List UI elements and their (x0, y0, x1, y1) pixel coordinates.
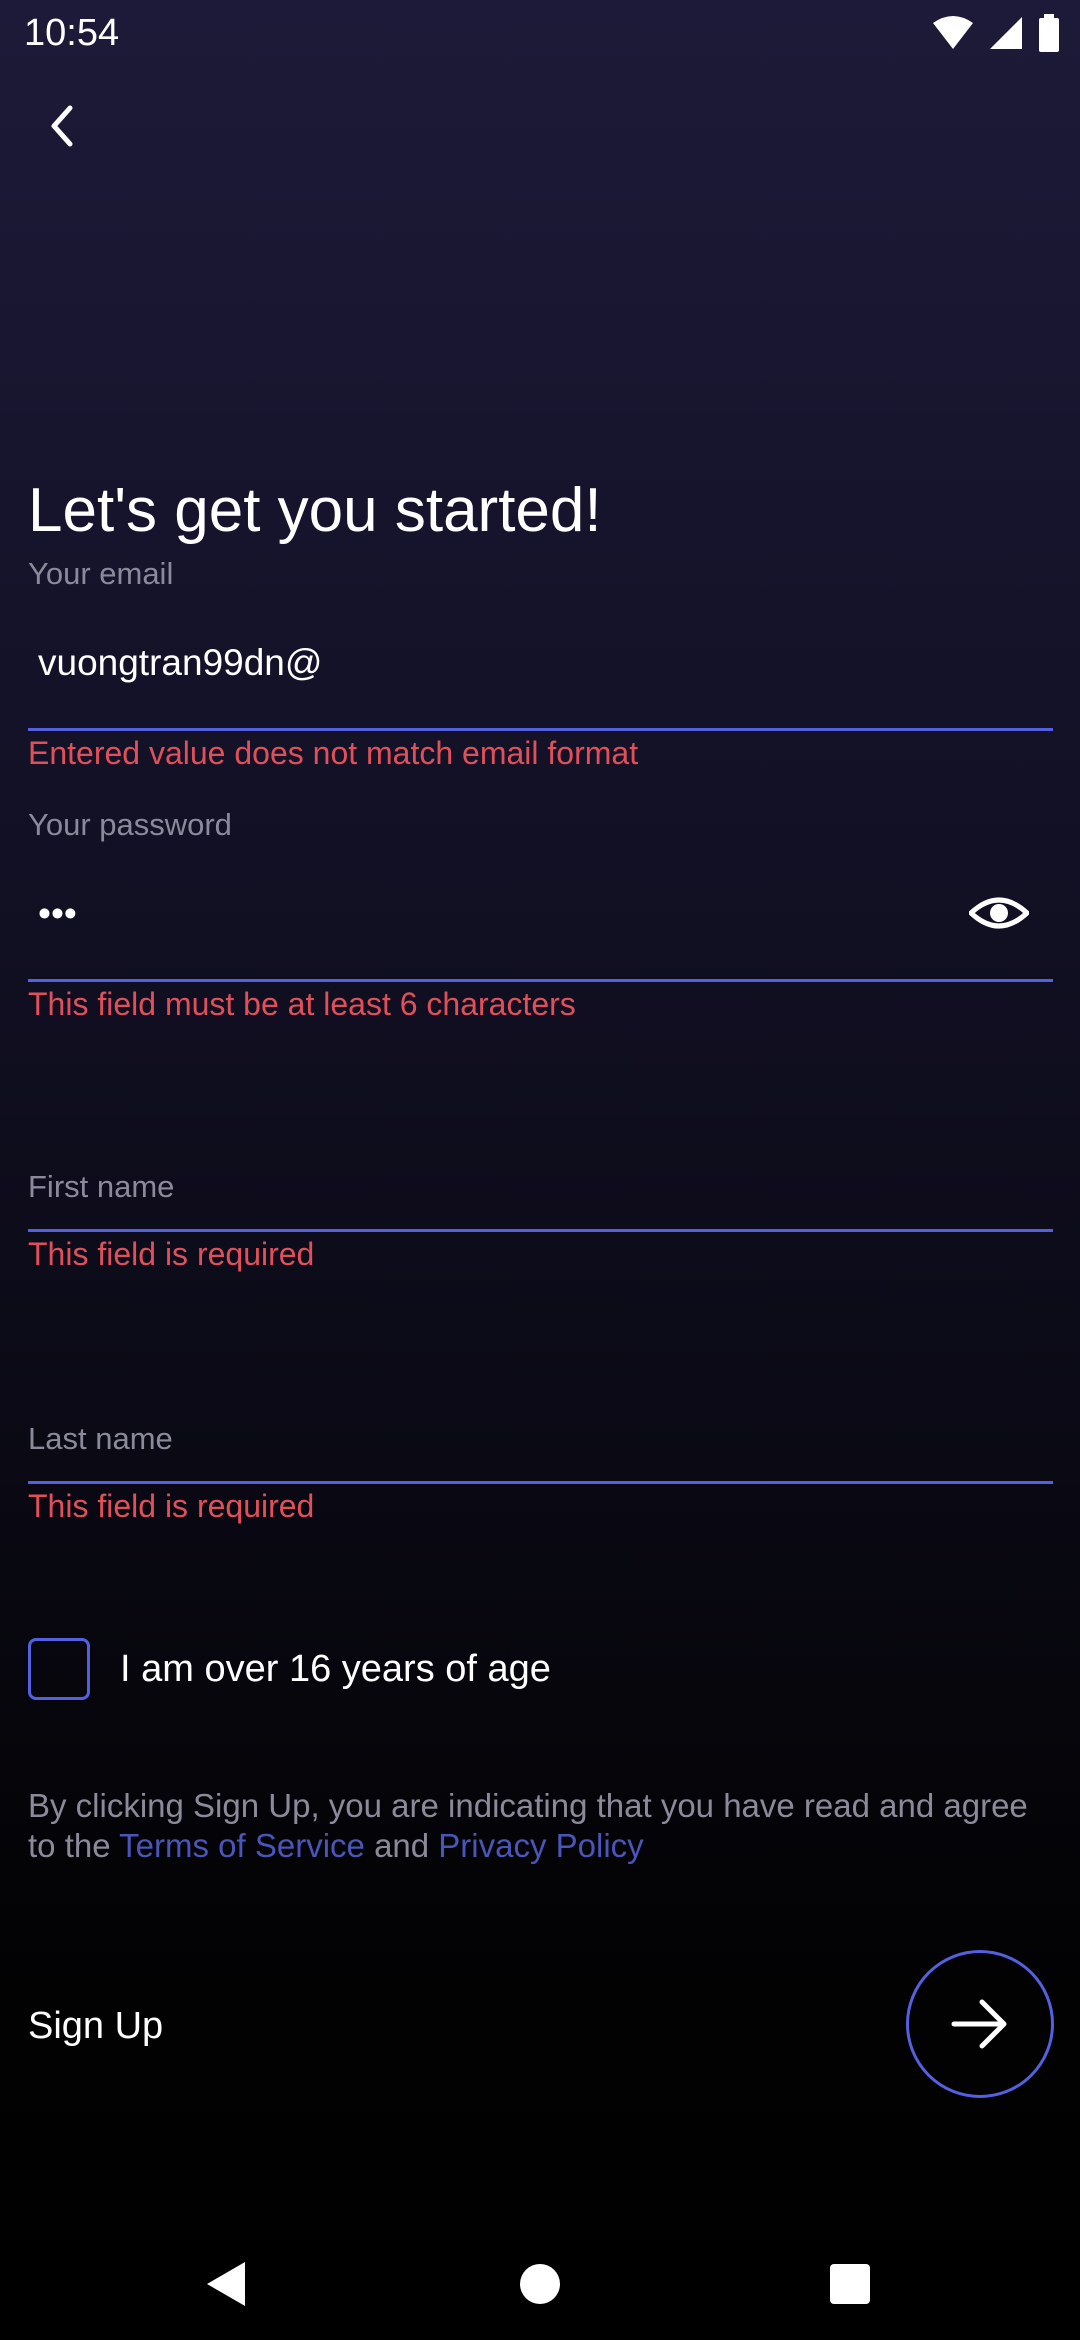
last-name-field[interactable]: Last name This field is required (28, 1417, 1053, 1537)
eye-icon (967, 897, 1031, 929)
privacy-policy-link[interactable]: Privacy Policy (438, 1827, 643, 1864)
password-input[interactable]: ••• (38, 893, 77, 935)
status-bar: 10:54 (0, 0, 1080, 66)
last-name-error: This field is required (28, 1488, 315, 1524)
password-visibility-toggle[interactable] (967, 893, 1031, 938)
status-icons (932, 14, 1060, 52)
password-label: Your password (28, 807, 232, 842)
terms-and: and (374, 1827, 430, 1864)
recents-square-icon (830, 2264, 870, 2304)
email-input[interactable]: vuongtran99dn@ (38, 642, 322, 684)
password-field[interactable]: Your password ••• This field must be at … (28, 803, 1053, 1033)
back-triangle-icon (207, 2262, 245, 2306)
signup-label: Sign Up (28, 2005, 164, 2047)
age-checkbox-label: I am over 16 years of age (120, 1647, 551, 1690)
last-name-input[interactable]: Last name (28, 1421, 173, 1457)
home-circle-icon (520, 2264, 560, 2304)
email-underline (28, 728, 1053, 731)
signup-button[interactable] (906, 1950, 1054, 2098)
email-label: Your email (28, 556, 174, 591)
terms-text: By clicking Sign Up, you are indicating … (28, 1786, 1058, 1866)
nav-home-button[interactable] (510, 2254, 570, 2314)
battery-icon (1039, 14, 1059, 52)
last-name-underline (28, 1481, 1053, 1484)
first-name-error: This field is required (28, 1236, 315, 1272)
age-checkbox[interactable] (28, 1638, 90, 1700)
arrow-right-icon (951, 1999, 1007, 2049)
back-button[interactable] (30, 94, 94, 158)
wifi-icon (933, 16, 973, 49)
first-name-field[interactable]: First name This field is required (28, 1165, 1053, 1285)
password-underline (28, 979, 1053, 982)
chevron-left-icon (51, 105, 73, 147)
age-checkbox-row[interactable]: I am over 16 years of age (28, 1638, 551, 1700)
first-name-input[interactable]: First name (28, 1169, 174, 1205)
first-name-underline (28, 1229, 1053, 1232)
page-title: Let's get you started! (28, 476, 602, 545)
signal-icon (990, 17, 1022, 49)
password-error: This field must be at least 6 characters (28, 986, 576, 1022)
system-nav-bar (0, 2214, 1080, 2340)
nav-recents-button[interactable] (820, 2254, 880, 2314)
email-field[interactable]: Your email vuongtran99dn@ Entered value … (28, 552, 1053, 782)
nav-back-button[interactable] (196, 2254, 256, 2314)
email-error: Entered value does not match email forma… (28, 735, 639, 771)
status-time: 10:54 (24, 12, 120, 54)
terms-of-service-link[interactable]: Terms of Service (119, 1827, 365, 1864)
